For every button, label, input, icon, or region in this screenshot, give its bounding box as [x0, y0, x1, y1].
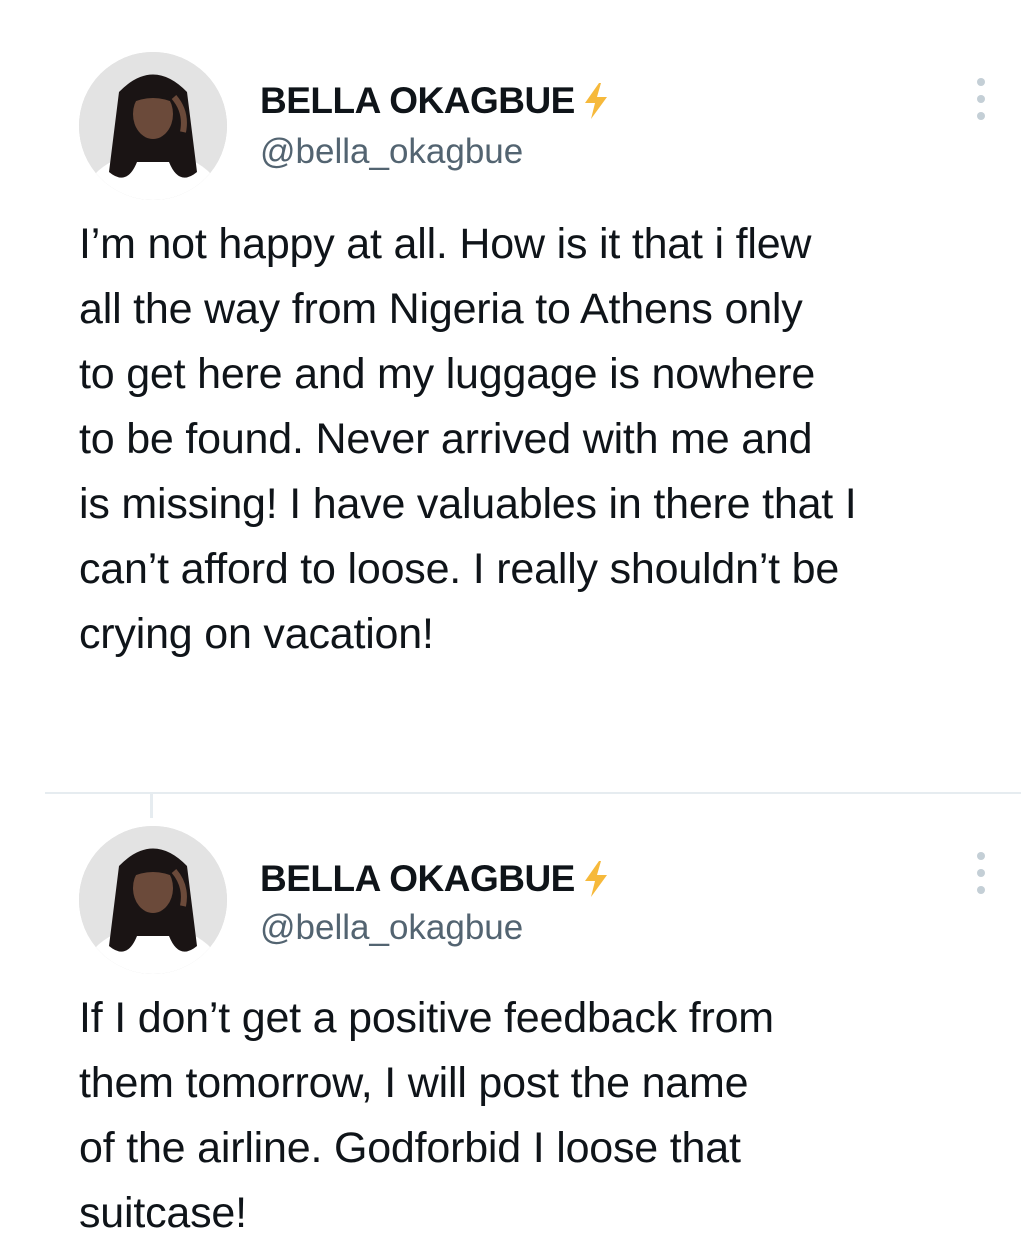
avatar[interactable]	[79, 826, 227, 974]
user-handle[interactable]: @bella_okagbue	[260, 908, 523, 948]
tweet-text-line: them tomorrow, I will post the name	[79, 1059, 749, 1107]
tweet-text-line: to be found. Never arrived with me and	[79, 415, 813, 463]
avatar[interactable]	[79, 52, 227, 200]
tweet-text: If I don’t get a positive feedback from …	[79, 986, 1009, 1246]
avatar-photo	[79, 52, 227, 200]
tweet-text-line: I’m not happy at all. How is it that i f…	[79, 220, 812, 268]
tweet-text-line: all the way from Nigeria to Athens only	[79, 285, 803, 333]
more-vertical-icon[interactable]	[968, 852, 994, 894]
more-vertical-icon[interactable]	[968, 78, 994, 120]
tweet-card[interactable]: BELLA OKAGBUE @bella_okagbue I’m not hap…	[0, 0, 1021, 790]
display-name[interactable]: BELLA OKAGBUE	[260, 858, 575, 900]
tweet-text: I’m not happy at all. How is it that i f…	[79, 212, 1009, 667]
tweet-card[interactable]: BELLA OKAGBUE @bella_okagbue If I don’t …	[0, 794, 1021, 1260]
lightning-bolt-icon	[579, 81, 613, 121]
tweet-text-line: of the airline. Godforbid I loose that	[79, 1124, 741, 1172]
tweet-text-line: If I don’t get a positive feedback from	[79, 994, 774, 1042]
tweet-text-line: to get here and my luggage is nowhere	[79, 350, 816, 398]
tweet-text-line: suitcase!	[79, 1189, 247, 1237]
user-handle[interactable]: @bella_okagbue	[260, 132, 523, 172]
lightning-bolt-icon	[579, 859, 613, 899]
tweet-text-line: crying on vacation!	[79, 610, 434, 658]
tweet-text-line: is missing! I have valuables in there th…	[79, 480, 857, 528]
author-name-row[interactable]: BELLA OKAGBUE	[260, 78, 613, 124]
tweet-text-line: can’t afford to loose. I really shouldn’…	[79, 545, 840, 593]
avatar-photo	[79, 826, 227, 974]
author-name-row[interactable]: BELLA OKAGBUE	[260, 856, 613, 902]
display-name[interactable]: BELLA OKAGBUE	[260, 80, 575, 122]
